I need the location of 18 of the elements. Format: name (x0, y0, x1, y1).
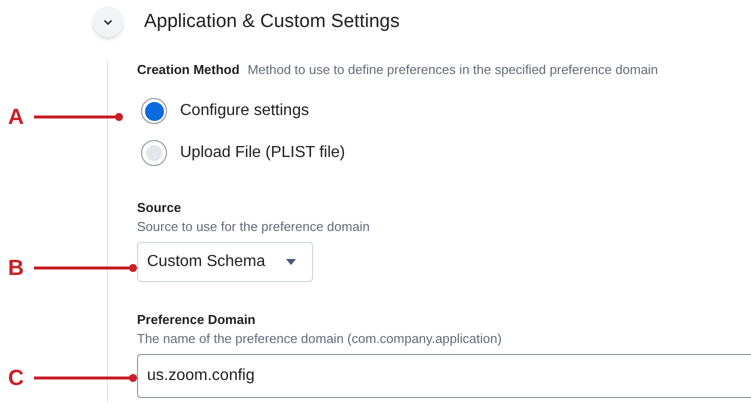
field-label: Preference Domain (137, 312, 256, 327)
callout-letter: A (8, 105, 24, 129)
field-label: Source (137, 200, 182, 215)
field-label: Creation Method (137, 62, 240, 77)
field-help-text: The name of the preference domain (com.company.application) (137, 331, 503, 346)
source-dropdown[interactable]: Custom Schema (137, 242, 313, 282)
radio-label[interactable]: Upload File (PLIST file) (180, 144, 346, 162)
chevron-icon (103, 18, 113, 26)
callout-letter: C (8, 366, 24, 390)
radio-button[interactable] (141, 98, 167, 124)
radio-label[interactable]: Configure settings (180, 102, 309, 120)
field-help-text: Method to use to define preferences in the specified preference domain (248, 62, 658, 77)
callout-letter: B (8, 256, 24, 280)
dropdown-caret-icon (286, 259, 296, 265)
section-title: Application & Custom Settings (144, 11, 400, 33)
radio-button[interactable] (141, 140, 167, 166)
preference-domain-field[interactable]: us.zoom.config (137, 354, 751, 398)
field-help-text: Source to use for the preference domain (137, 219, 371, 234)
